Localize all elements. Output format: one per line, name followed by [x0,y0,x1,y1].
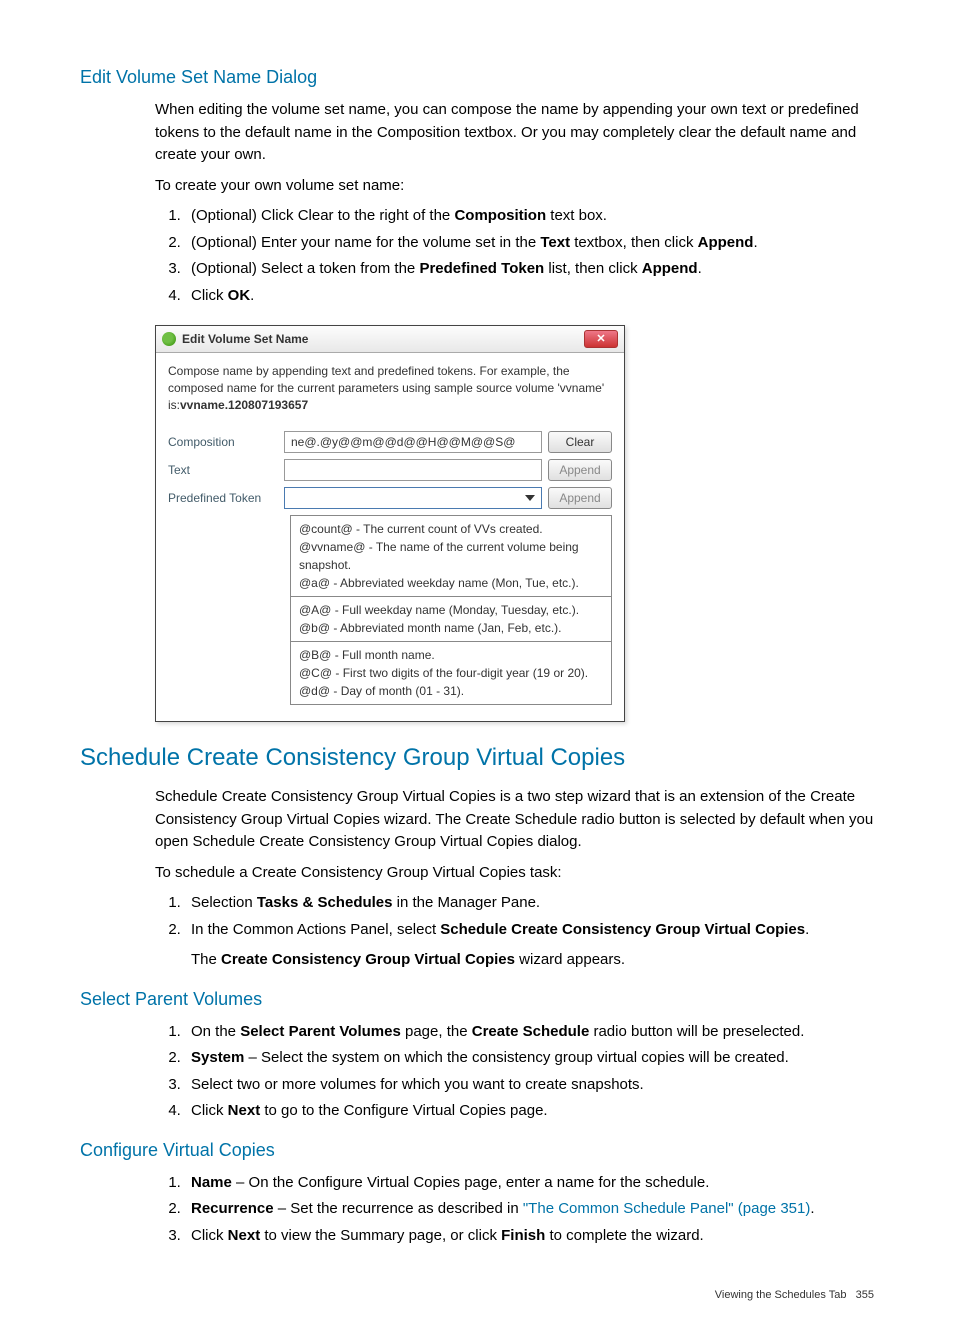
token-group: @B@ - Full month name. @C@ - First two d… [290,642,612,705]
ordered-list: (Optional) Click Clear to the right of t… [155,205,874,307]
dialog-edit-volume-set-name: Edit Volume Set Name ✕ Compose name by a… [155,325,625,722]
ordered-list: Selection Tasks & Schedules in the Manag… [155,892,874,972]
paragraph: To create your own volume set name: [155,175,874,198]
page-footer: Viewing the Schedules Tab 355 [80,1287,874,1304]
dialog-titlebar: Edit Volume Set Name ✕ [156,326,624,353]
dialog-title: Edit Volume Set Name [182,330,578,348]
list-item: Click Next to go to the Configure Virtua… [185,1100,874,1123]
link-common-schedule-panel[interactable]: "The Common Schedule Panel" (page 351) [523,1200,810,1217]
list-item: Select two or more volumes for which you… [185,1074,874,1097]
paragraph: Schedule Create Consistency Group Virtua… [155,786,874,854]
list-item: Click OK. [185,285,874,308]
heading-configure-virtual-copies: Configure Virtual Copies [80,1137,874,1164]
composition-input[interactable] [284,431,542,453]
list-item: On the Select Parent Volumes page, the C… [185,1021,874,1044]
append-token-button[interactable]: Append [548,487,612,509]
list-item: System – Select the system on which the … [185,1047,874,1070]
token-group: @count@ - The current count of VVs creat… [290,515,612,597]
list-item: Selection Tasks & Schedules in the Manag… [185,892,874,915]
heading-edit-volume-set-name-dialog: Edit Volume Set Name Dialog [80,64,874,91]
heading-select-parent-volumes: Select Parent Volumes [80,986,874,1013]
list-item: (Optional) Select a token from the Prede… [185,258,874,281]
heading-schedule-create-consistency-group: Schedule Create Consistency Group Virtua… [80,740,874,776]
token-group: @A@ - Full weekday name (Monday, Tuesday… [290,597,612,642]
paragraph: When editing the volume set name, you ca… [155,99,874,167]
list-item: (Optional) Enter your name for the volum… [185,232,874,255]
predefined-token-select[interactable] [284,487,542,509]
ordered-list: On the Select Parent Volumes page, the C… [155,1021,874,1123]
label-predefined-token: Predefined Token [168,489,278,507]
label-composition: Composition [168,433,278,451]
list-item: Name – On the Configure Virtual Copies p… [185,1172,874,1195]
refresh-icon [162,332,176,346]
clear-button[interactable]: Clear [548,431,612,453]
close-button[interactable]: ✕ [584,330,618,348]
dialog-description: Compose name by appending text and prede… [168,363,612,413]
list-item: Click Next to view the Summary page, or … [185,1225,874,1248]
text-input[interactable] [284,459,542,481]
chevron-down-icon [525,495,535,501]
paragraph: To schedule a Create Consistency Group V… [155,862,874,885]
token-list: @count@ - The current count of VVs creat… [290,515,612,705]
label-text: Text [168,461,278,479]
list-item: (Optional) Click Clear to the right of t… [185,205,874,228]
list-item: Recurrence – Set the recurrence as descr… [185,1198,874,1221]
list-item: In the Common Actions Panel, select Sche… [185,919,874,972]
append-text-button[interactable]: Append [548,459,612,481]
ordered-list: Name – On the Configure Virtual Copies p… [155,1172,874,1248]
